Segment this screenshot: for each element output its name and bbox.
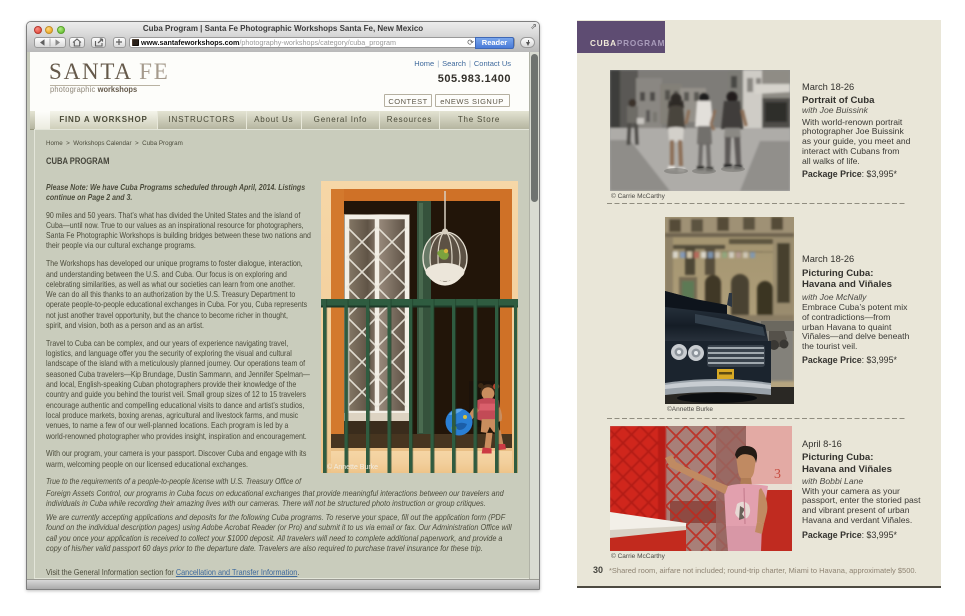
svg-text:3: 3 bbox=[774, 467, 781, 482]
svg-text:© Annette Burke: © Annette Burke bbox=[327, 463, 378, 471]
